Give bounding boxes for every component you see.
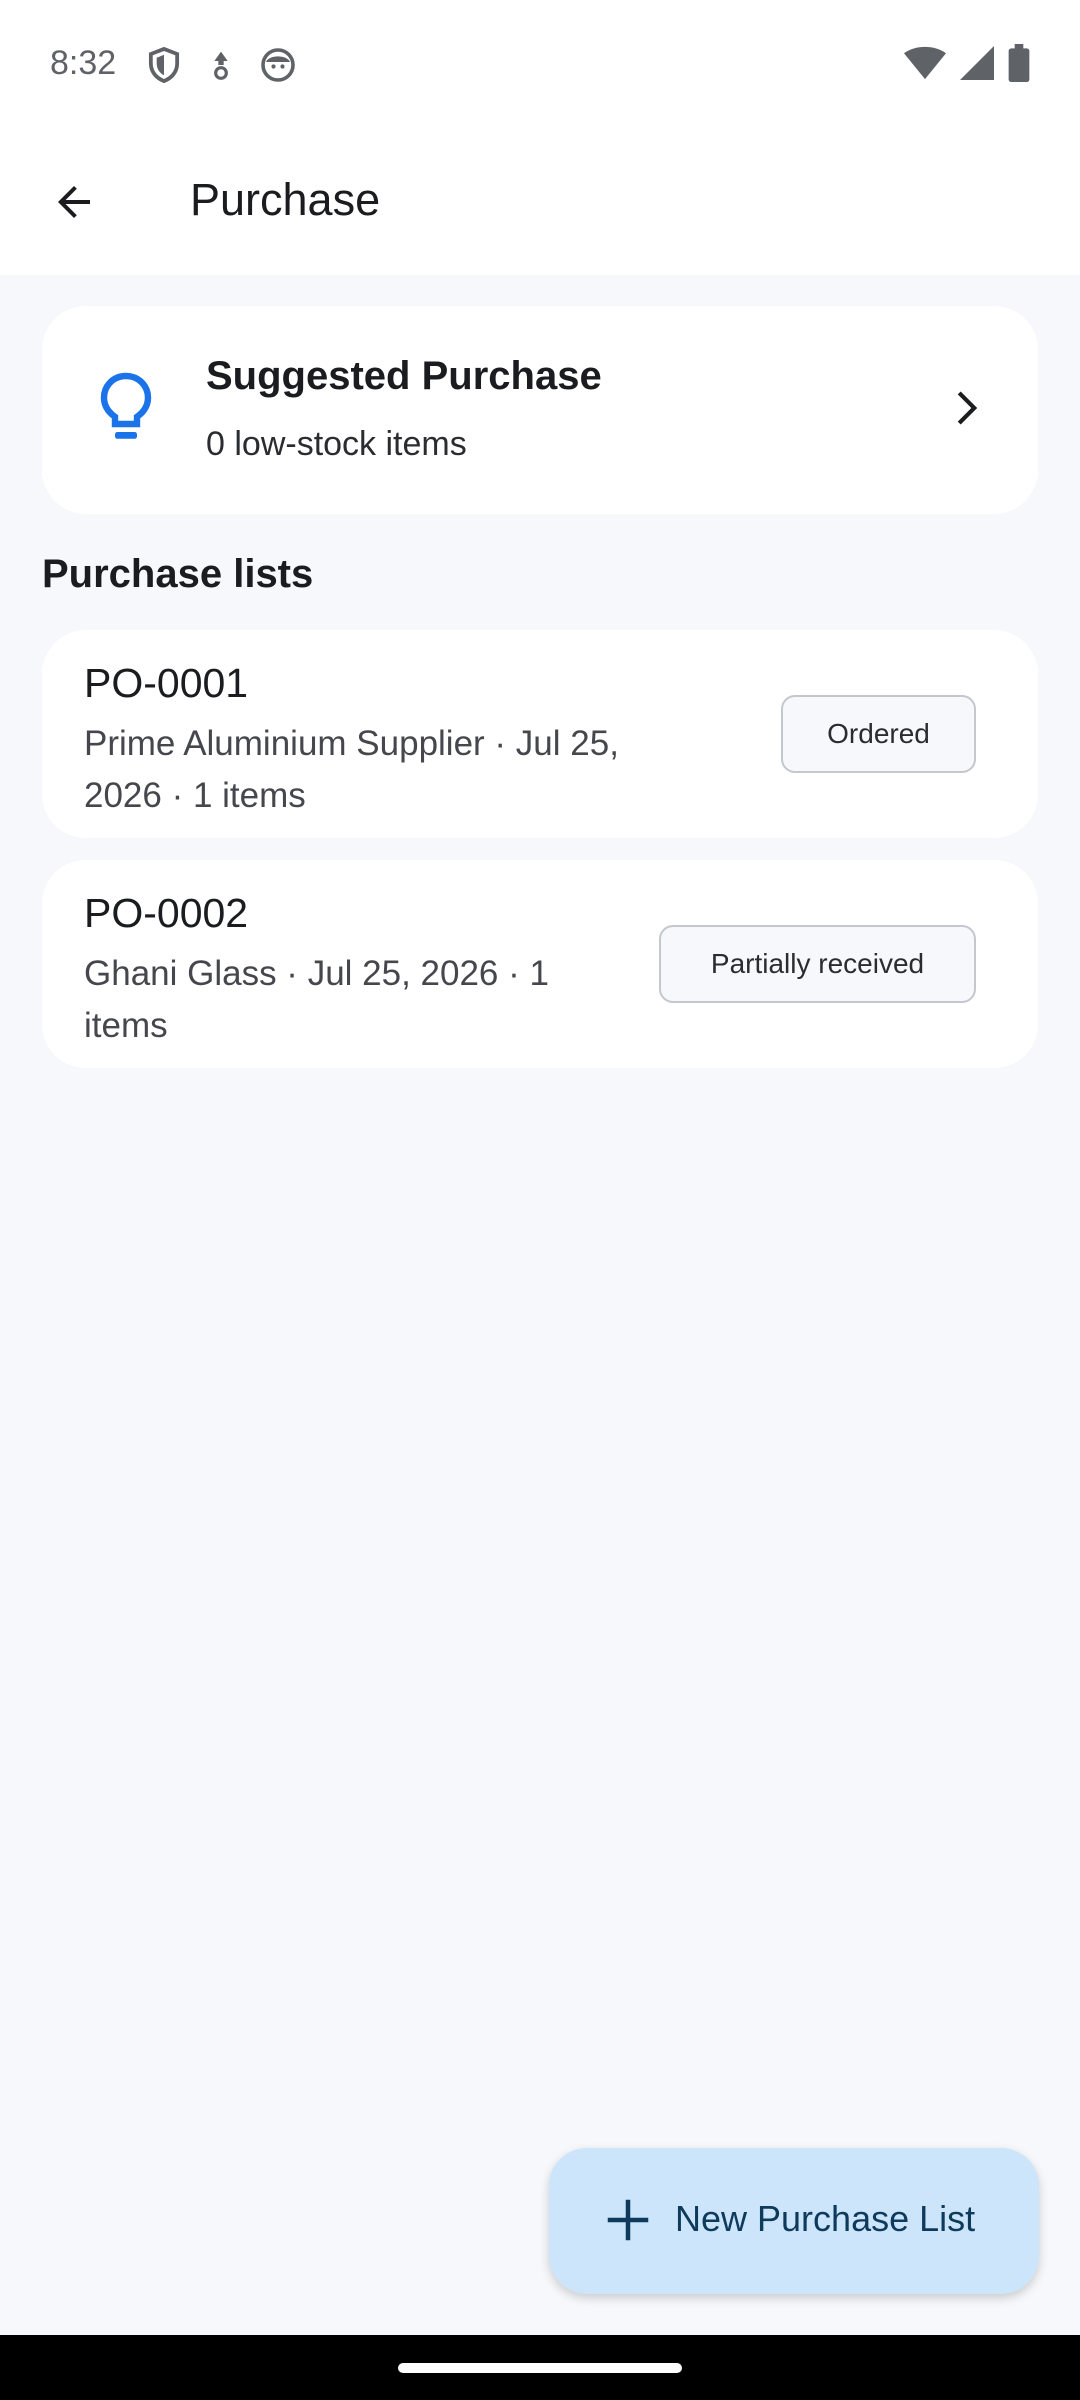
po-detail-line: items [84,1006,168,1045]
page-title: Purchase [190,174,381,225]
suggested-purchase-subtitle: 0 low-stock items [206,425,467,463]
signal-icon [960,46,994,80]
po-detail-line: Ghani Glass · Jul 25, 2026 · 1 [84,954,549,993]
home-indicator[interactable] [398,2363,682,2373]
battery-icon [1008,44,1030,82]
fab-label: New Purchase List [675,2198,976,2239]
app-bar: Purchase [0,130,1080,275]
wifi-icon [904,46,946,80]
status-bar: 8:32 [0,0,1080,130]
suggested-purchase-title: Suggested Purchase [206,354,602,398]
po-detail-line: 2026 · 1 items [84,776,306,815]
status-badge: Partially received [659,925,976,1003]
suggested-purchase-card[interactable] [42,306,1038,514]
shield-icon [148,46,180,84]
po-detail-line: Prime Aluminium Supplier · Jul 25, [84,724,619,763]
chevron-right-icon [957,391,978,425]
back-button[interactable] [42,170,106,234]
purchase-list-item[interactable]: PO-0002 Ghani Glass · Jul 25, 2026 · 1 i… [42,860,1038,1068]
po-detail: Prime Aluminium Supplier · Jul 25, 2026 … [84,718,619,822]
purchase-list-item[interactable]: PO-0001 Prime Aluminium Supplier · Jul 2… [42,630,1038,838]
status-icons-left [146,46,296,84]
po-detail: Ghani Glass · Jul 25, 2026 · 1 items [84,948,549,1052]
alert-drop-icon [214,51,228,80]
status-badge: Ordered [781,695,976,773]
status-icons-right [904,44,1030,82]
arrow-left-icon [58,186,90,218]
status-time: 8:32 [50,44,117,82]
new-purchase-list-button[interactable]: New Purchase List [549,2148,1039,2294]
plus-icon [607,2199,649,2241]
po-number: PO-0001 [84,660,249,706]
face-icon [261,48,295,82]
lightbulb-icon [100,372,152,439]
po-number: PO-0002 [84,890,249,936]
section-title: Purchase lists [42,552,314,596]
